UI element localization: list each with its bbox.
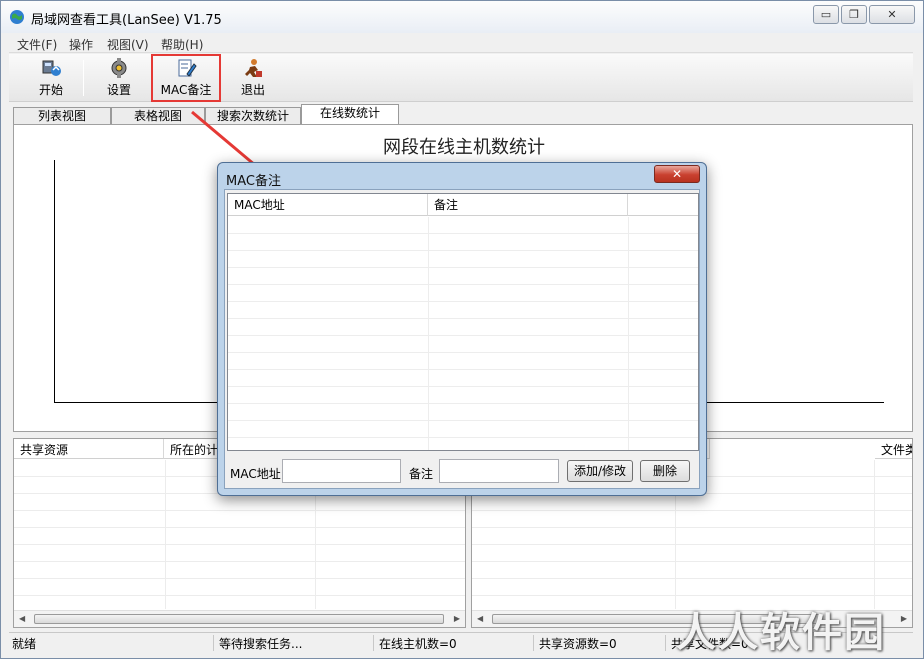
exit-label: 退出 <box>240 83 265 97</box>
column-header-empty[interactable] <box>628 194 698 216</box>
column-header-note[interactable]: 备注 <box>428 194 628 216</box>
start-label: 开始 <box>38 83 63 97</box>
status-shared-resources: 共享资源数=0 <box>536 635 666 651</box>
column-divider <box>874 460 875 609</box>
title-bar: 局域网查看工具(LanSee) V1.75 ▭ ❐ ✕ <box>1 1 923 33</box>
tab-list-view[interactable]: 列表视图 <box>13 107 111 125</box>
chart-title: 网段在线主机数统计 <box>383 137 545 158</box>
close-icon: ✕ <box>887 8 897 21</box>
menu-bar: 文件(F) 操作 视图(V) 帮助(H) <box>9 34 913 53</box>
column-header-mac-address[interactable]: MAC地址 <box>228 194 428 216</box>
column-divider <box>165 460 166 609</box>
mac-note-list[interactable]: MAC地址 备注 <box>227 193 699 451</box>
note-label: 备注 <box>409 467 434 481</box>
y-axis <box>54 160 55 403</box>
highlight-box <box>151 54 221 102</box>
mac-address-label: MAC地址 <box>230 467 281 481</box>
menu-view[interactable]: 视图(V) <box>107 36 149 53</box>
note-input[interactable] <box>439 459 559 483</box>
minimize-button[interactable]: ▭ <box>813 5 839 24</box>
dialog-close-button[interactable]: ✕ <box>654 165 700 183</box>
scroll-left-icon[interactable]: ◀ <box>19 614 25 623</box>
dialog-title: MAC备注 <box>226 174 281 189</box>
minimize-icon: ▭ <box>820 8 832 21</box>
menu-operate[interactable]: 操作 <box>69 36 93 53</box>
tab-search-stats[interactable]: 搜索次数统计 <box>205 107 301 125</box>
scroll-thumb[interactable] <box>34 614 444 624</box>
status-waiting: 等待搜索任务... <box>216 635 374 651</box>
maximize-button[interactable]: ❐ <box>841 5 867 24</box>
column-divider <box>428 217 429 450</box>
close-icon: ✕ <box>671 167 683 181</box>
column-header-shared-resource[interactable]: 共享资源 <box>14 439 164 459</box>
menu-file[interactable]: 文件(F) <box>17 36 57 53</box>
delete-button[interactable]: 删除 <box>640 460 690 482</box>
gear-icon <box>111 58 127 78</box>
menu-help[interactable]: 帮助(H) <box>161 36 203 53</box>
add-edit-button[interactable]: 添加/修改 <box>567 460 633 482</box>
app-globe-icon <box>10 10 24 24</box>
dialog-body: MAC地址 备注 MAC地址 备注 添加/修改 删除 <box>224 189 700 489</box>
exit-button[interactable]: 退出 <box>231 56 275 100</box>
scroll-right-icon[interactable]: ▶ <box>454 614 460 623</box>
window-title: 局域网查看工具(LanSee) V1.75 <box>31 13 222 28</box>
start-button[interactable]: 开始 <box>29 56 73 100</box>
tab-table-view[interactable]: 表格视图 <box>111 107 205 125</box>
horizontal-scrollbar[interactable]: ◀ ▶ <box>14 610 465 627</box>
close-window-button[interactable]: ✕ <box>869 5 915 24</box>
settings-label: 设置 <box>106 83 131 97</box>
scroll-right-icon[interactable]: ▶ <box>901 614 907 623</box>
watermark: 人人软件园 <box>676 610 886 656</box>
start-computer-icon <box>42 60 61 76</box>
exit-runner-icon <box>245 59 262 77</box>
settings-button[interactable]: 设置 <box>97 56 141 100</box>
restore-icon: ❐ <box>849 8 859 21</box>
column-divider <box>628 217 629 450</box>
toolbar: 开始 设置 MAC备注 退出 <box>9 54 913 102</box>
status-ready: 就绪 <box>9 635 214 651</box>
toolbar-separator <box>83 60 84 96</box>
mac-address-input[interactable] <box>282 459 401 483</box>
scroll-left-icon[interactable]: ◀ <box>477 614 483 623</box>
mac-note-dialog: MAC备注 ✕ MAC地址 备注 MAC地址 备注 添加/修改 删除 <box>217 162 707 496</box>
column-header-file-type[interactable]: 文件类 <box>875 439 912 459</box>
status-online-hosts: 在线主机数=0 <box>376 635 534 651</box>
tab-online-stats[interactable]: 在线数统计 <box>301 104 399 125</box>
